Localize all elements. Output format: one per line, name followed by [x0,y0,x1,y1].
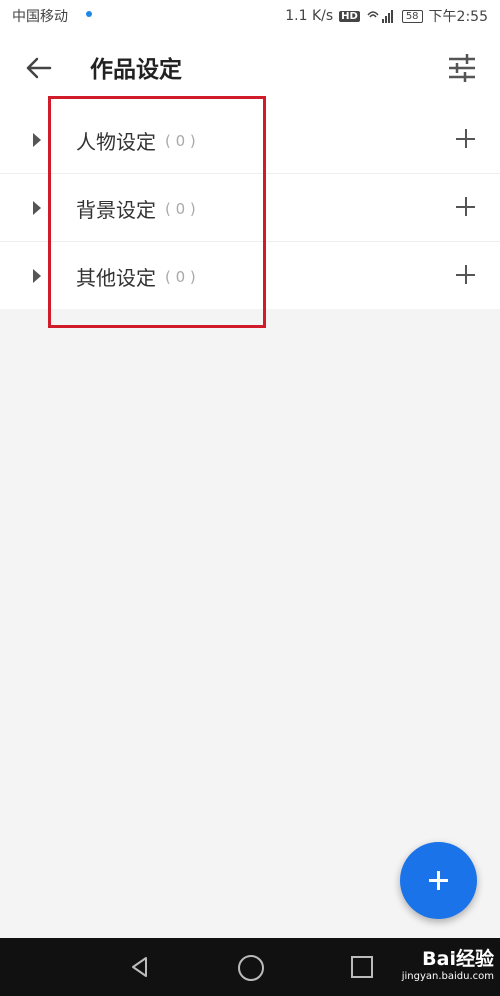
nav-home-icon[interactable] [238,955,264,981]
watermark-url: jingyan.baidu.com [401,971,494,982]
expand-arrow-icon[interactable] [33,201,41,215]
status-right: 1.1 K/s HD 58 下午2:55 [285,6,488,26]
add-icon[interactable] [450,260,480,290]
page-title: 作品设定 [90,57,182,83]
notification-dot-icon [86,11,92,17]
add-icon[interactable] [450,124,480,154]
arrow-left-icon[interactable] [22,52,54,84]
network-speed: 1.1 K/s [285,8,334,24]
baidu-watermark: Bai经验 jingyan.baidu.com [402,944,494,982]
expand-arrow-icon[interactable] [33,269,41,283]
highlight-box [48,96,266,328]
nav-back-icon[interactable] [128,955,152,979]
battery-level: 58 [401,9,423,23]
hd-badge: HD [339,10,360,22]
status-bar: 中国移动 1.1 K/s HD 58 下午2:55 [0,0,500,30]
expand-arrow-icon[interactable] [33,133,41,147]
watermark-logo: Bai经验 [422,948,494,970]
sliders-icon[interactable] [446,52,478,84]
signal-icon [367,10,393,23]
add-icon[interactable] [450,192,480,222]
carrier-name: 中国移动 [12,9,68,25]
add-fab-button[interactable] [400,842,477,919]
nav-recent-icon[interactable] [351,956,373,978]
clock: 下午2:55 [428,9,488,25]
